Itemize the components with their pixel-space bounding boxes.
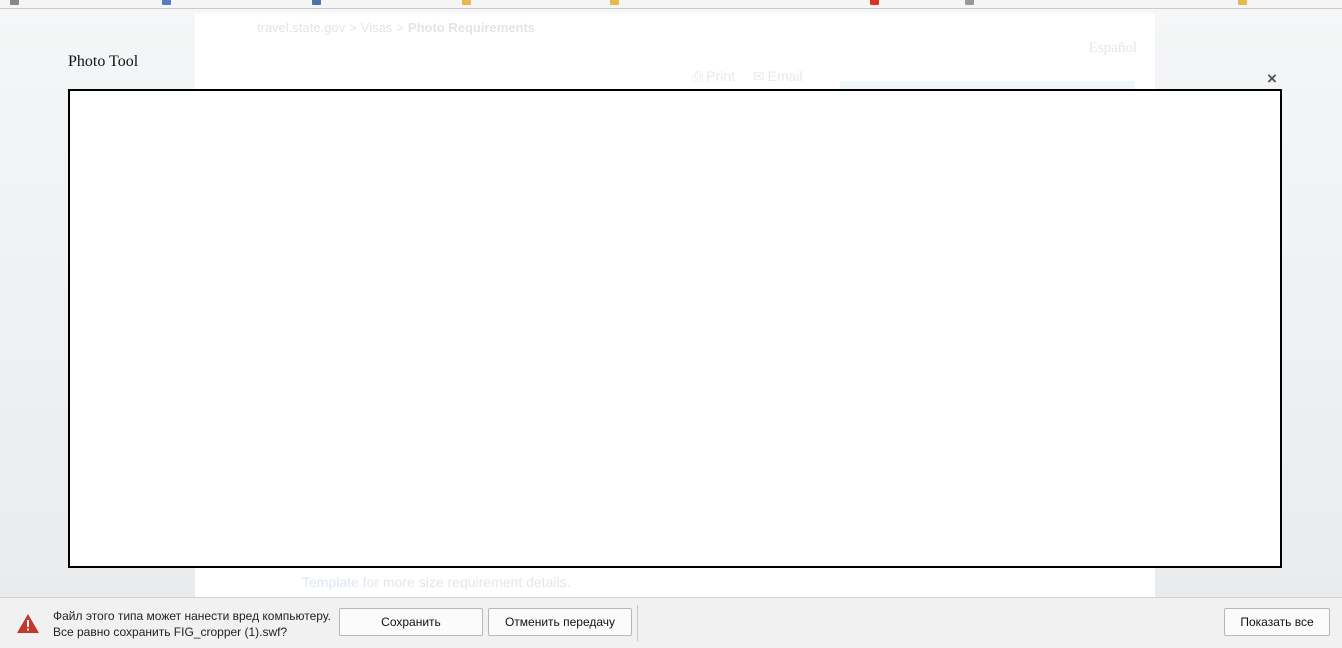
photo-tool-frame[interactable] xyxy=(68,89,1282,568)
save-button[interactable]: Сохранить xyxy=(339,608,483,636)
footer-text: Template for more size requirement detai… xyxy=(302,574,570,590)
download-warning-text: Файл этого типа может нанести вред компь… xyxy=(53,608,331,640)
printer-icon: ⎙ xyxy=(692,68,704,84)
email-label: Email xyxy=(767,68,803,84)
breadcrumb-home[interactable]: travel.state.gov xyxy=(257,20,345,35)
bookmark-icon[interactable] xyxy=(462,0,471,5)
bookmark-icon[interactable] xyxy=(1238,0,1247,5)
close-icon[interactable]: × xyxy=(1263,70,1281,88)
envelope-icon: ✉ xyxy=(752,68,765,84)
bookmark-icon[interactable] xyxy=(162,0,171,5)
breadcrumb: travel.state.gov > Visas > Photo Requirement… xyxy=(257,20,535,35)
bookmarks-bar xyxy=(0,0,1342,9)
warning-triangle-icon xyxy=(17,614,39,633)
footer-text-rest: for more size requirement details. xyxy=(358,574,571,590)
show-all-downloads-button[interactable]: Показать все xyxy=(1224,608,1330,636)
print-label: Print xyxy=(706,68,735,84)
divider xyxy=(637,605,638,641)
template-link[interactable]: Template xyxy=(302,574,359,590)
bookmark-icon[interactable] xyxy=(610,0,619,5)
bookmark-icon[interactable] xyxy=(870,0,879,5)
bookmark-icon[interactable] xyxy=(10,0,19,5)
dialog-title: Photo Tool xyxy=(68,53,139,70)
breadcrumb-visas[interactable]: Visas xyxy=(361,20,393,35)
cancel-download-button[interactable]: Отменить передачу xyxy=(488,608,632,636)
bookmark-icon[interactable] xyxy=(312,0,321,5)
page-tools: ⎙ Print ✉ Email xyxy=(692,68,817,85)
language-link[interactable]: Español xyxy=(1089,40,1137,57)
print-link[interactable]: ⎙ Print xyxy=(692,68,735,84)
warning-line-1: Файл этого типа может нанести вред компь… xyxy=(53,609,331,623)
email-link[interactable]: ✉ Email xyxy=(753,68,803,84)
bookmark-icon[interactable] xyxy=(965,0,974,5)
breadcrumb-current: Photo Requirements xyxy=(407,20,536,35)
warning-line-2: Все равно сохранить FIG_cropper (1).swf? xyxy=(53,625,288,639)
download-bar: Файл этого типа может нанести вред компь… xyxy=(0,597,1342,648)
breadcrumb-separator: > xyxy=(396,20,404,35)
breadcrumb-separator: > xyxy=(349,20,357,35)
